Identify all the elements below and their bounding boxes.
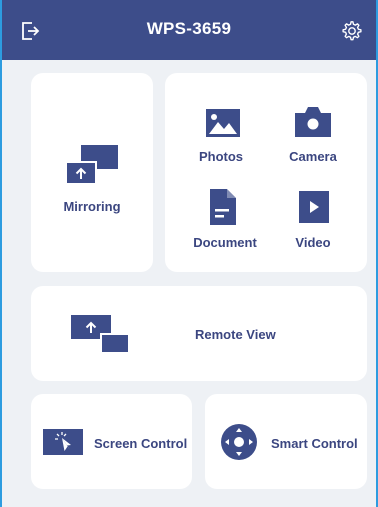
document-tile[interactable]: Document [175,173,275,258]
video-label: Video [295,235,331,250]
mirroring-icon [66,145,118,185]
video-tile[interactable]: Video [267,173,359,258]
play-icon [299,191,329,223]
remote-view-card[interactable]: Remote View [31,286,367,381]
mirroring-card[interactable]: Mirroring [31,73,153,272]
header-bar: WPS-3659 [2,0,376,60]
smart-control-card[interactable]: Smart Control [205,394,367,489]
photos-tile[interactable]: Photos [175,85,267,170]
screen-control-card[interactable]: Screen Control [31,394,192,489]
camera-label: Camera [289,149,337,164]
camera-icon [295,107,331,137]
gear-icon[interactable] [338,17,366,45]
app-screen: WPS-3659 Mirroring Photos Camera Documen… [2,0,376,507]
dpad-icon [221,424,257,460]
cursor-click-icon [43,429,83,455]
camera-tile[interactable]: Camera [267,85,359,170]
media-card: Photos Camera Document Video [165,73,367,272]
smart-control-label: Smart Control [271,436,358,451]
mirroring-label: Mirroring [63,199,121,214]
remote-view-label: Remote View [195,327,276,342]
page-title: WPS-3659 [146,19,232,38]
document-icon [210,189,236,225]
remote-view-icon [71,315,129,353]
photos-label: Photos [198,149,244,164]
screen-control-label: Screen Control [94,436,188,451]
image-icon [206,109,240,137]
document-label: Document [193,235,257,250]
